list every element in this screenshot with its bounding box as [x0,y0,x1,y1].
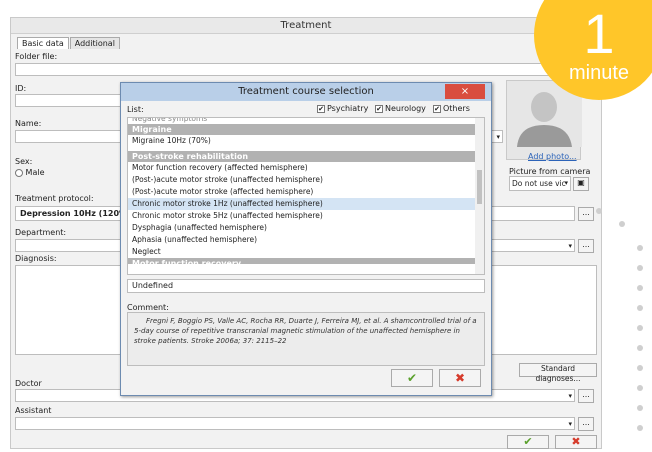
folder-file-label: Folder file: [15,52,58,61]
diagnosis-label: Diagnosis: [15,254,57,263]
list-scrollbar[interactable] [475,118,484,274]
list-item[interactable]: Migraine 10Hz (70%) [128,135,484,147]
decorative-dot [637,265,643,271]
folder-file-input[interactable] [15,63,597,76]
filter-neurology[interactable]: ✔ Neurology [375,104,426,113]
doctor-label: Doctor [15,379,42,388]
chevron-down-icon: ▾ [564,179,568,187]
doctor-browse-button[interactable]: ... [578,389,594,403]
tab-additional[interactable]: Additional [69,37,120,49]
list-item[interactable]: Aphasia (unaffected hemisphere) [128,234,484,246]
decorative-dot [596,208,602,214]
filter-others-label: Others [443,104,470,113]
treatment-course-dialog: Treatment course selection × List: ✔ Psyc… [120,82,492,396]
treatment-protocol-label: Treatment protocol: [15,194,94,203]
tab-bar: Basic data Additional [17,37,121,49]
sex-male-label: Male [25,168,45,177]
assistant-label: Assistant [15,406,52,415]
group-header: Motor function recovery [128,258,484,264]
assistant-select[interactable]: ▾ [15,417,575,430]
name-label: Name: [15,119,42,128]
department-label: Department: [15,228,67,237]
comment-label: Comment: [127,303,169,312]
camera-label: Picture from camera [509,167,591,176]
id-label: ID: [15,84,27,93]
chevron-down-icon: ▾ [568,392,572,400]
close-icon: ✖ [571,435,581,448]
id-input[interactable] [15,94,125,107]
radio-icon [15,168,23,177]
window-cancel-button[interactable]: ✖ [555,435,597,449]
list-item[interactable]: Chronic motor stroke 5Hz (unaffected hem… [128,210,484,222]
list-item-selected[interactable]: Chronic motor stroke 1Hz (unaffected hem… [128,198,484,210]
department-browse-button[interactable]: ... [578,239,594,253]
list-item[interactable]: (Post-)acute motor stroke (affected hemi… [128,186,484,198]
selected-course-field[interactable]: Undefined [127,279,485,293]
window-ok-button[interactable]: ✔ [507,435,549,449]
chevron-down-icon: ▾ [496,133,500,141]
camera-select[interactable]: Do not use vic ▾ [509,176,571,191]
dialog-close-button[interactable]: × [445,84,485,99]
camera-button[interactable]: ▣ [573,177,589,191]
sex-label: Sex: [15,157,33,166]
decorative-dot [619,221,625,227]
dialog-title-text: Treatment course selection [238,86,374,97]
list-item[interactable]: Motor function recovery (affected hemisp… [128,162,484,174]
tab-basic-data[interactable]: Basic data [17,37,69,49]
list-item[interactable]: (Post-)acute motor stroke (unaffected he… [128,174,484,186]
group-header: Migraine [128,124,484,135]
dialog-ok-button[interactable]: ✔ [391,369,433,387]
decorative-dot [637,405,643,411]
decorative-dot [637,285,643,291]
filter-neurology-label: Neurology [385,104,426,113]
chevron-down-icon: ▾ [568,420,572,428]
add-photo-link[interactable]: Add photo... [528,152,577,161]
list-item[interactable]: Dysphagia (unaffected hemisphere) [128,222,484,234]
camera-icon: ▣ [577,178,585,187]
decorative-dot [637,345,643,351]
standard-diagnoses-button[interactable]: Standard diagnoses... [519,363,597,383]
dialog-cancel-button[interactable]: ✖ [439,369,481,387]
assistant-browse-button[interactable]: ... [578,417,594,431]
dialog-title: Treatment course selection × [121,83,491,101]
close-icon: ✖ [454,371,466,385]
check-icon: ✔ [406,371,418,385]
checkbox-checked-icon: ✔ [375,104,383,113]
checkbox-checked-icon: ✔ [433,104,441,113]
scrollbar-thumb[interactable] [477,170,482,204]
comment-text: Fregni F, Boggio PS, Valle AC, Rocha RR,… [127,312,485,366]
decorative-dot [637,325,643,331]
camera-select-value: Do not use vic [512,179,566,188]
filter-psychiatry[interactable]: ✔ Psychiatry [317,104,368,113]
decorative-dot [637,305,643,311]
group-header: Post-stroke rehabilitation [128,151,484,162]
treatment-protocol-browse-button[interactable]: ... [578,207,594,221]
decorative-dot [637,385,643,391]
decorative-dot [637,365,643,371]
close-icon: × [460,86,470,97]
filter-others[interactable]: ✔ Others [433,104,470,113]
decorative-dot [637,245,643,251]
badge-number: 1 [583,2,615,65]
check-icon: ✔ [523,435,533,448]
filter-psychiatry-label: Psychiatry [327,104,369,113]
window-title: Treatment [11,18,601,34]
list-item[interactable]: Neglect [128,246,484,258]
decorative-dot [637,425,643,431]
name-input[interactable] [15,130,125,143]
treatment-course-list[interactable]: Negative symptoms Migraine Migraine 10Hz… [127,117,485,275]
checkbox-checked-icon: ✔ [317,104,325,113]
chevron-down-icon: ▾ [568,242,572,250]
list-label: List: [127,105,144,114]
sex-male-radio[interactable]: Male [15,168,45,177]
badge-word: minute [568,62,630,84]
